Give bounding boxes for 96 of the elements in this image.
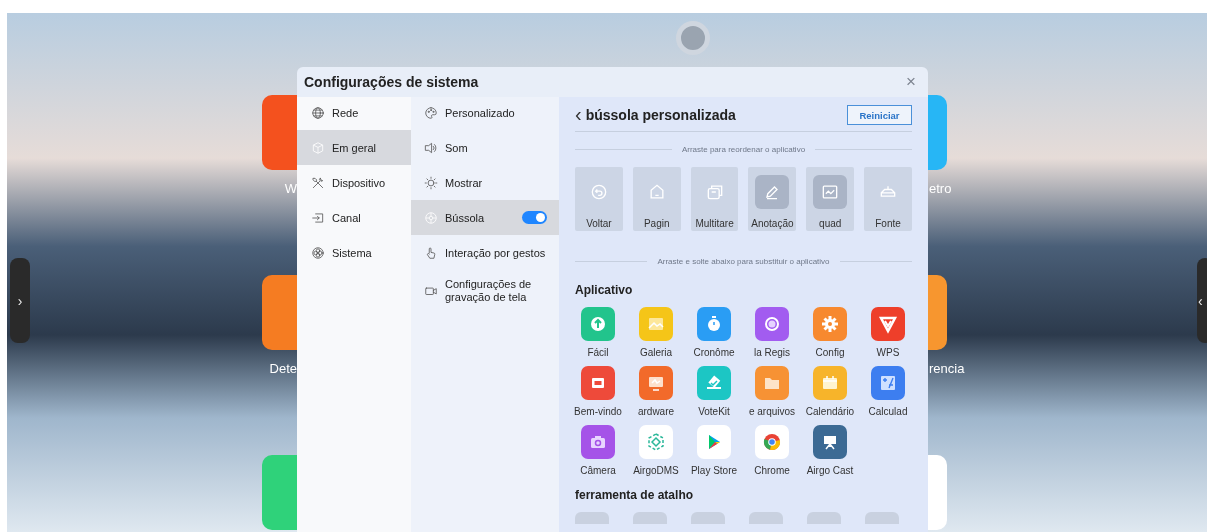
app-label: Fácil xyxy=(587,347,609,358)
back-button[interactable]: ‹ xyxy=(575,104,586,126)
settings-item[interactable]: Interação por gestos xyxy=(411,235,559,270)
shortcut-label: Pagin xyxy=(643,218,670,229)
flower-icon xyxy=(311,245,325,260)
app-icon[interactable] xyxy=(639,366,673,400)
shortcut-tile[interactable] xyxy=(633,512,667,524)
app-label: W xyxy=(284,181,297,196)
app-icon[interactable] xyxy=(871,366,905,400)
app-label: Galeria xyxy=(639,347,673,358)
app-label: Play Store xyxy=(690,465,738,476)
side-panel-handle[interactable]: › xyxy=(10,258,30,343)
settings-label: Personalizado xyxy=(445,106,516,119)
settings-label: Configurações de gravação de tela xyxy=(445,278,533,304)
dialog-title: Configurações de sistema xyxy=(304,74,479,90)
app-icon[interactable] xyxy=(755,307,789,341)
settings-item[interactable]: Configurações de gravação de tela xyxy=(411,270,559,312)
settings-label: Som xyxy=(445,141,469,154)
wheel-icon xyxy=(424,210,438,225)
video-camera-icon xyxy=(424,284,438,298)
compass-shortcut-tile[interactable]: Anotação xyxy=(748,167,797,231)
app-icon[interactable] xyxy=(697,425,731,459)
hint-text: Arraste e solte abaixo para substituir o aplicativo xyxy=(657,257,830,266)
side-panel-handle[interactable]: ‹ xyxy=(1197,258,1207,343)
category-item[interactable]: Canal xyxy=(297,200,411,235)
category-label: Em geral xyxy=(332,141,378,154)
compass-shortcut-tile[interactable]: Voltar xyxy=(575,167,623,231)
app-icon[interactable] xyxy=(581,366,615,400)
settings-item[interactable]: Som xyxy=(411,130,559,165)
compass-shortcut-tile[interactable]: Pagin xyxy=(632,167,681,231)
category-item[interactable]: Sistema xyxy=(297,235,411,270)
app-label: Câmera xyxy=(580,465,616,476)
toggle-switch[interactable] xyxy=(522,211,547,224)
app-icon[interactable] xyxy=(697,307,731,341)
shortcut-label: Anotação xyxy=(751,218,794,229)
app-label: Dete xyxy=(269,361,297,376)
input-icon xyxy=(311,210,325,225)
app-label: la Regis xyxy=(753,347,791,358)
panel-title: bússola personalizada xyxy=(585,107,737,123)
shortcut-tile[interactable] xyxy=(691,512,725,524)
shortcut-tile[interactable] xyxy=(807,512,841,524)
category-label: Rede xyxy=(332,106,360,119)
app-label: Bem-vindo xyxy=(574,406,622,417)
settings-item[interactable]: Mostrar xyxy=(411,165,559,200)
settings-label: Mostrar xyxy=(445,176,484,189)
compass-shortcut-tile[interactable]: Fonte xyxy=(864,167,912,231)
compass-shortcut-tile[interactable]: quad xyxy=(806,167,855,231)
app-icon[interactable] xyxy=(813,425,847,459)
app-label: AirgoDMS xyxy=(633,465,679,476)
speaker-icon xyxy=(424,140,438,155)
app-icon[interactable] xyxy=(928,275,947,350)
hand-icon xyxy=(424,245,438,260)
app-label: Airgo Cast xyxy=(806,465,854,476)
shortcut-tile[interactable] xyxy=(575,512,609,524)
settings-item[interactable]: Bússola xyxy=(411,200,559,235)
app-icon[interactable] xyxy=(871,307,905,341)
app-icon[interactable] xyxy=(755,425,789,459)
app-label: WPS xyxy=(876,347,900,358)
section-heading: Aplicativo xyxy=(575,283,634,297)
shortcut-label: Multitare xyxy=(695,218,734,229)
sun-icon xyxy=(424,175,438,190)
settings-label: Bússola xyxy=(445,211,486,224)
app-label: ardware xyxy=(637,406,675,417)
app-label: Calendário xyxy=(805,406,855,417)
category-label: Dispositivo xyxy=(332,176,387,189)
tools-icon xyxy=(311,175,325,190)
compass-shortcut-tile[interactable]: Multitare xyxy=(690,167,739,231)
app-label: Cronôme xyxy=(693,347,735,358)
cube-icon xyxy=(311,140,325,155)
shortcut-tile[interactable] xyxy=(865,512,899,524)
shortcut-label: Fonte xyxy=(875,218,901,229)
category-item[interactable]: Rede xyxy=(297,95,411,130)
app-icon[interactable] xyxy=(581,425,615,459)
app-label: e arquivos xyxy=(748,406,796,417)
app-label: Calculad xyxy=(868,406,908,417)
app-label: VoteKit xyxy=(698,406,730,417)
hint-text: Arraste para reordenar o aplicativo xyxy=(681,145,806,154)
palette-icon xyxy=(424,105,438,120)
shortcut-label: quad xyxy=(819,218,842,229)
globe-icon xyxy=(311,105,325,120)
category-label: Sistema xyxy=(332,246,373,259)
category-item[interactable]: Dispositivo xyxy=(297,165,411,200)
settings-item[interactable]: Personalizado xyxy=(411,95,559,130)
category-label: Canal xyxy=(332,211,362,224)
app-icon[interactable] xyxy=(639,425,673,459)
app-label: Config xyxy=(815,347,845,358)
shortcut-tile[interactable] xyxy=(749,512,783,524)
app-label: etro xyxy=(929,181,952,196)
category-item[interactable]: Em geral xyxy=(297,130,411,165)
app-label: Chrome xyxy=(754,465,790,476)
reset-button[interactable]: Reiniciar xyxy=(847,105,912,125)
section-heading: ferramenta de atalho xyxy=(575,488,695,502)
app-label: rencia xyxy=(929,361,965,376)
shortcut-label: Voltar xyxy=(586,218,612,229)
settings-label: Interação por gestos xyxy=(445,246,547,259)
app-icon[interactable] xyxy=(813,307,847,341)
